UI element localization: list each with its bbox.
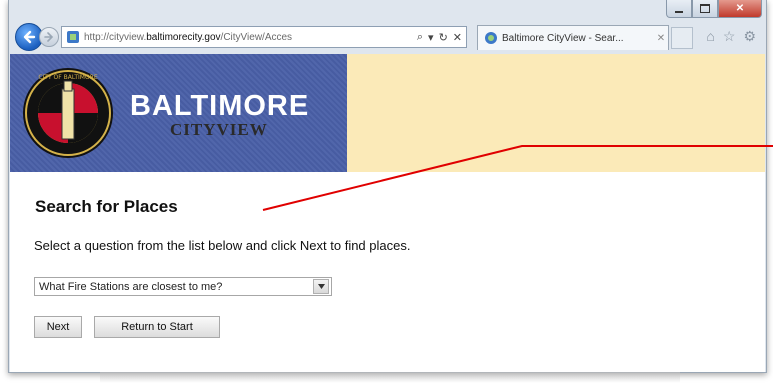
favorites-star-icon[interactable]: ☆ [723, 28, 736, 45]
chevron-down-icon[interactable] [313, 279, 329, 294]
web-page: CITY OF BALTIMORE BALTIMORE CITYVIEW Sea… [10, 54, 765, 372]
address-bar[interactable]: http://cityview.baltimorecity.gov/CityVi… [61, 26, 467, 48]
return-to-start-button[interactable]: Return to Start [94, 316, 220, 338]
city-seal-logo: CITY OF BALTIMORE [23, 68, 113, 158]
header-banner: CITY OF BALTIMORE BALTIMORE CITYVIEW [10, 54, 347, 172]
question-select-value: What Fire Stations are closest to me? [39, 280, 223, 293]
back-arrow-icon [23, 30, 36, 44]
tab-favicon-icon [485, 32, 497, 44]
minimize-button[interactable] [666, 0, 692, 18]
close-button[interactable]: ✕ [718, 0, 762, 18]
address-bar-icons: ⌕ ▾ ↻ ✕ [417, 31, 466, 44]
browser-toolbar: http://cityview.baltimorecity.gov/CityVi… [9, 20, 766, 54]
compatibility-icon[interactable]: ▾ [428, 31, 434, 44]
url-domain: baltimorecity.gov [146, 31, 221, 43]
search-icon[interactable]: ⌕ [417, 31, 423, 44]
header-banner-fill [347, 54, 765, 172]
maximize-button[interactable] [692, 0, 718, 18]
next-button[interactable]: Next [34, 316, 82, 338]
new-tab-button[interactable] [671, 27, 693, 49]
question-select[interactable]: What Fire Stations are closest to me? [34, 277, 332, 296]
window-shadow [100, 372, 680, 383]
stop-icon[interactable]: ✕ [453, 31, 462, 44]
refresh-icon[interactable]: ↻ [439, 31, 448, 44]
brand-subtitle: CITYVIEW [170, 120, 268, 139]
page-title: Search for Places [35, 197, 178, 216]
address-url[interactable]: http://cityview.baltimorecity.gov/CityVi… [84, 32, 417, 43]
home-icon[interactable]: ⌂ [706, 28, 714, 45]
brand-title: BALTIMORE [130, 90, 310, 122]
instructions-text: Select a question from the list below an… [34, 238, 411, 253]
forward-arrow-icon [44, 32, 54, 42]
site-favicon-icon [67, 31, 79, 43]
tab-title: Baltimore CityView - Sear... [502, 32, 624, 44]
browser-tool-icons: ⌂ ☆ ⚙ [706, 28, 756, 45]
forward-button[interactable] [39, 27, 59, 47]
browser-window: ✕ http://cityview.baltimorecity.gov/City… [8, 0, 767, 373]
svg-text:CITY OF BALTIMORE: CITY OF BALTIMORE [38, 74, 98, 81]
url-path: /CityView/Acces [220, 31, 293, 43]
gear-icon[interactable]: ⚙ [743, 28, 756, 45]
url-prefix: http://cityview. [84, 31, 147, 43]
browser-tab[interactable]: Baltimore CityView - Sear... ✕ [477, 25, 669, 50]
window-caption-buttons: ✕ [666, 0, 762, 18]
tab-close-icon[interactable]: ✕ [654, 33, 668, 44]
